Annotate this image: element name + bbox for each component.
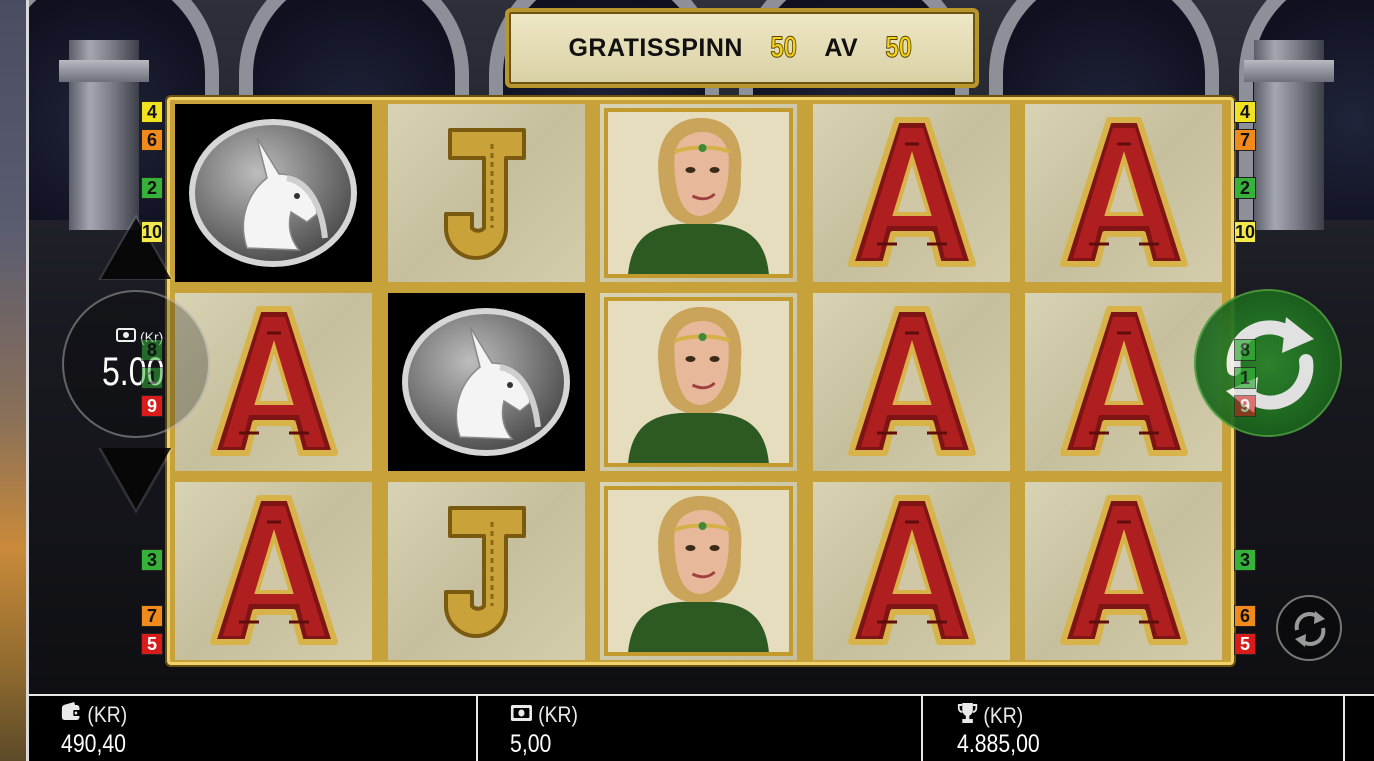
reel-2 xyxy=(388,104,585,660)
win-currency: (KR) xyxy=(983,703,1024,728)
payline-left-badge: 3 xyxy=(141,549,163,571)
payline-right-badge: 9 xyxy=(1234,395,1256,417)
symbol-portrait xyxy=(600,293,797,471)
refresh-icon xyxy=(1214,309,1324,424)
symbol-portrait-icon xyxy=(604,486,793,656)
symbol-a xyxy=(813,293,1010,471)
free-spins-of: AV xyxy=(824,33,859,62)
symbol-a-icon xyxy=(1060,117,1188,267)
reel-3 xyxy=(600,104,797,660)
bet-control[interactable]: (Kr) 5.00 xyxy=(62,290,210,438)
payline-right-badge: 8 xyxy=(1234,339,1256,361)
payline-left-badge: 1 xyxy=(141,367,163,389)
reel-5 xyxy=(1025,104,1222,660)
game-stage: GRATISSPINN 50 AV 50 (Kr) 5.00 (KR) 490,… xyxy=(0,0,1374,761)
symbol-portrait xyxy=(600,104,797,282)
triangle-down-icon-inner xyxy=(101,448,171,509)
banknote-icon xyxy=(510,702,533,728)
symbol-a-icon xyxy=(1060,495,1188,645)
free-spins-total: 50 xyxy=(885,31,913,65)
payline-left-badge: 4 xyxy=(141,101,163,123)
symbol-portrait-icon xyxy=(604,297,793,467)
symbol-unicorn xyxy=(175,104,372,282)
payline-right-badge: 2 xyxy=(1234,177,1256,199)
symbol-a xyxy=(175,482,372,660)
symbol-a-icon xyxy=(848,306,976,456)
trophy-icon xyxy=(957,702,978,730)
divider xyxy=(1343,696,1345,761)
pillar-cap xyxy=(59,60,149,82)
symbol-a-icon xyxy=(1060,306,1188,456)
payline-right-badge: 6 xyxy=(1234,605,1256,627)
bottom-bar: (KR) 490,40 (KR) 5,00 (KR) 4.885,00 xyxy=(29,694,1374,761)
symbol-portrait-icon xyxy=(604,108,793,278)
payline-left-badge: 5 xyxy=(141,633,163,655)
symbol-a-icon xyxy=(210,306,338,456)
symbol-a xyxy=(1025,104,1222,282)
win-panel: (KR) 4.885,00 xyxy=(923,696,1343,761)
symbol-a-icon xyxy=(848,117,976,267)
payline-right-badge: 5 xyxy=(1234,633,1256,655)
symbol-a xyxy=(1025,482,1222,660)
symbol-j-icon xyxy=(444,506,526,638)
payline-left-badge: 10 xyxy=(141,221,163,243)
symbol-j xyxy=(388,104,585,282)
bet-value: 5,00 xyxy=(510,730,552,758)
autoplay-button[interactable] xyxy=(1276,595,1342,661)
symbol-a-icon xyxy=(210,495,338,645)
pillar-cap xyxy=(1244,60,1334,82)
payline-right-badge: 4 xyxy=(1234,101,1256,123)
symbol-unicorn xyxy=(388,293,585,471)
symbol-a xyxy=(1025,293,1222,471)
bet-currency: (KR) xyxy=(538,702,578,727)
payline-right-badge: 1 xyxy=(1234,367,1256,389)
symbol-j xyxy=(388,482,585,660)
symbol-a xyxy=(813,104,1010,282)
wallet-icon xyxy=(61,702,82,728)
balance-value: 490,40 xyxy=(61,730,126,758)
spin-button[interactable] xyxy=(1194,289,1342,437)
win-value: 4.885,00 xyxy=(957,730,1040,758)
payline-left-badge: 9 xyxy=(141,395,163,417)
symbol-j-icon xyxy=(444,128,526,260)
payline-right-badge: 7 xyxy=(1234,129,1256,151)
payline-left-badge: 2 xyxy=(141,177,163,199)
free-spins-current: 50 xyxy=(770,31,798,65)
free-spins-label: GRATISSPINN xyxy=(568,33,743,62)
symbol-unicorn-icon xyxy=(402,308,570,456)
symbol-unicorn-icon xyxy=(189,119,357,267)
symbol-portrait xyxy=(600,482,797,660)
payline-right-badge: 3 xyxy=(1234,549,1256,571)
balance-currency: (KR) xyxy=(87,702,128,727)
symbol-a xyxy=(813,482,1010,660)
banknote-icon xyxy=(116,328,136,345)
payline-right-badge: 10 xyxy=(1234,221,1256,243)
payline-left-badge: 6 xyxy=(141,129,163,151)
reel-4 xyxy=(813,104,1010,660)
balance-panel: (KR) 490,40 xyxy=(29,696,476,761)
autoplay-icon xyxy=(1289,608,1331,655)
background-sunset xyxy=(0,0,28,761)
symbol-a-icon xyxy=(848,495,976,645)
reels-board xyxy=(167,97,1234,665)
free-spins-plaque: GRATISSPINN 50 AV 50 xyxy=(505,8,979,88)
payline-left-badge: 8 xyxy=(141,339,163,361)
payline-left-badge: 7 xyxy=(141,605,163,627)
bet-panel: (KR) 5,00 xyxy=(478,696,921,761)
